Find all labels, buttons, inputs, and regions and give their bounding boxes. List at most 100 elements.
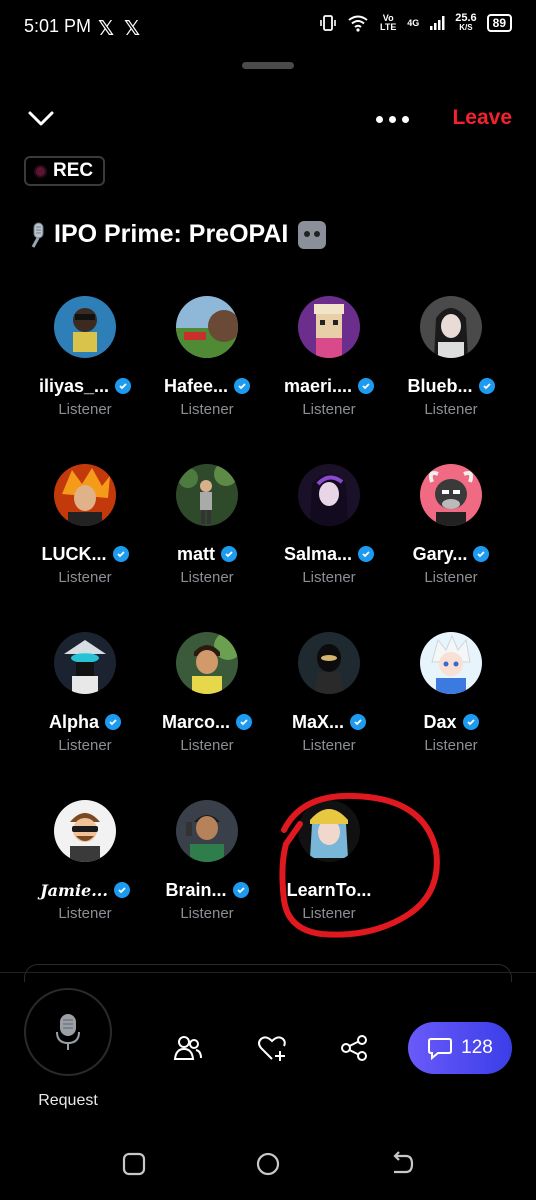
verified-badge-icon xyxy=(473,546,490,562)
more-dot xyxy=(388,115,396,123)
avatar xyxy=(420,296,482,358)
avatar xyxy=(176,632,242,694)
space-title: IPO Prime: PreOPAI xyxy=(26,220,327,249)
participant-role: Listener xyxy=(180,569,234,586)
participant[interactable]: maeri.... Listener xyxy=(268,296,390,418)
participant[interactable]: Brain... Listener xyxy=(146,800,268,922)
participant[interactable]: Dax Listener xyxy=(390,632,512,754)
participant[interactable]: Marco... Listener xyxy=(146,632,268,754)
microphone-emoji-icon xyxy=(31,222,44,248)
avatar xyxy=(54,296,116,358)
annotation-circle xyxy=(279,792,440,938)
avatar xyxy=(54,632,116,694)
chat-bubble-icon xyxy=(428,1038,453,1060)
participant-role: Listener xyxy=(180,401,234,418)
network-speed: 25.6 K/S xyxy=(455,12,477,33)
avatar xyxy=(176,462,238,526)
participant-name: Dax xyxy=(423,711,457,732)
verified-badge-icon xyxy=(236,714,253,730)
verified-badge-icon xyxy=(232,882,249,898)
participant-role: Listener xyxy=(424,737,478,754)
divider xyxy=(0,972,536,973)
home-icon[interactable] xyxy=(254,1150,282,1178)
avatar xyxy=(54,800,116,862)
more-dot xyxy=(401,115,409,123)
participant[interactable]: Blueb... Listener xyxy=(390,296,512,418)
recent-apps-icon[interactable] xyxy=(120,1150,148,1178)
avatar xyxy=(420,464,482,526)
participant-name: Jamie... xyxy=(40,880,108,900)
verified-badge-icon xyxy=(115,378,132,394)
participant-role: Listener xyxy=(180,905,234,922)
participant[interactable]: Alpha Listener xyxy=(24,632,146,754)
status-icons: Vo LTE 4G 25.6 K/S 89 xyxy=(319,12,512,33)
network-speed-value: 25.6 xyxy=(455,12,477,24)
request-mic-button[interactable] xyxy=(24,988,112,1076)
more-dot xyxy=(375,115,383,123)
comment-input-edge[interactable] xyxy=(24,964,512,982)
verified-badge-icon xyxy=(105,714,121,730)
participant-role: Listener xyxy=(302,737,356,754)
share-icon[interactable] xyxy=(338,1032,370,1064)
back-icon[interactable] xyxy=(388,1150,416,1178)
volte-indicator: Vo LTE xyxy=(380,13,397,32)
x-logo-icon: 𝕏 xyxy=(98,18,115,40)
signal-icon xyxy=(430,16,445,30)
more-options-button[interactable] xyxy=(372,104,412,134)
chevron-down-icon[interactable] xyxy=(26,106,56,130)
avatar xyxy=(420,632,482,694)
participant-name: Salma... xyxy=(283,543,353,564)
verified-badge-icon xyxy=(350,714,366,730)
rec-label: REC xyxy=(53,160,94,181)
participant[interactable]: Salma... Listener xyxy=(268,464,390,586)
participant-name: Brain... xyxy=(165,879,227,900)
x-logo-icon: 𝕏 xyxy=(124,18,141,40)
people-icon[interactable] xyxy=(172,1032,204,1064)
recording-badge: REC xyxy=(24,156,106,186)
verified-badge-icon xyxy=(478,378,495,394)
network-speed-unit: K/S xyxy=(459,23,473,32)
wifi-icon xyxy=(348,15,368,32)
battery-indicator: 89 xyxy=(486,14,512,32)
heart-add-icon[interactable] xyxy=(256,1032,288,1064)
participant-name: maeri.... xyxy=(283,375,353,396)
verified-badge-icon xyxy=(234,378,251,394)
participant[interactable]: iliyas_... Listener xyxy=(24,296,146,418)
participant-role: Listener xyxy=(58,905,112,922)
participant-name: Alpha xyxy=(48,711,99,732)
record-dot-icon xyxy=(34,164,47,178)
participant[interactable]: matt Listener xyxy=(146,462,268,586)
vibrate-icon xyxy=(320,15,337,31)
verified-badge-icon xyxy=(221,546,237,562)
request-label: Request xyxy=(38,1092,98,1109)
status-time: 5:01 PM xyxy=(24,16,92,36)
participant-role: Listener xyxy=(180,737,234,754)
chat-button[interactable]: 128 xyxy=(408,1022,512,1074)
participant-role: Listener xyxy=(302,569,356,586)
participant[interactable]: Gary... Listener xyxy=(390,464,512,586)
participant[interactable]: Jamie... Listener xyxy=(24,800,146,922)
chat-count: 128 xyxy=(461,1037,493,1058)
robot-emoji-icon xyxy=(298,220,327,249)
participant-name: matt xyxy=(176,543,215,564)
participant-name: Gary... xyxy=(412,543,468,564)
participant-name: MaX... xyxy=(291,711,344,732)
space-title-text: IPO Prime: PreOPAI xyxy=(54,220,289,248)
participant-name: LUCK... xyxy=(41,543,107,564)
participant[interactable]: MaX... Listener xyxy=(268,632,390,754)
participant-role: Listener xyxy=(424,569,478,586)
participant[interactable]: Hafee... Listener xyxy=(146,296,268,418)
status-bar: 5:01 PM 𝕏 𝕏 Vo LTE 4G 25.6 K/S 89 xyxy=(0,0,536,56)
participant-role: Listener xyxy=(58,401,112,418)
network-type: 4G xyxy=(407,17,420,28)
drag-handle[interactable] xyxy=(242,62,294,69)
participant[interactable]: LUCK... Listener xyxy=(24,464,146,586)
leave-button[interactable]: Leave xyxy=(452,106,512,130)
participant-name: iliyas_... xyxy=(38,375,110,396)
participant-role: Listener xyxy=(58,569,112,586)
microphone-icon xyxy=(56,1014,80,1050)
avatar xyxy=(176,800,238,862)
avatar xyxy=(298,464,360,526)
verified-badge-icon xyxy=(462,714,479,730)
participant-name: Marco... xyxy=(161,711,231,732)
